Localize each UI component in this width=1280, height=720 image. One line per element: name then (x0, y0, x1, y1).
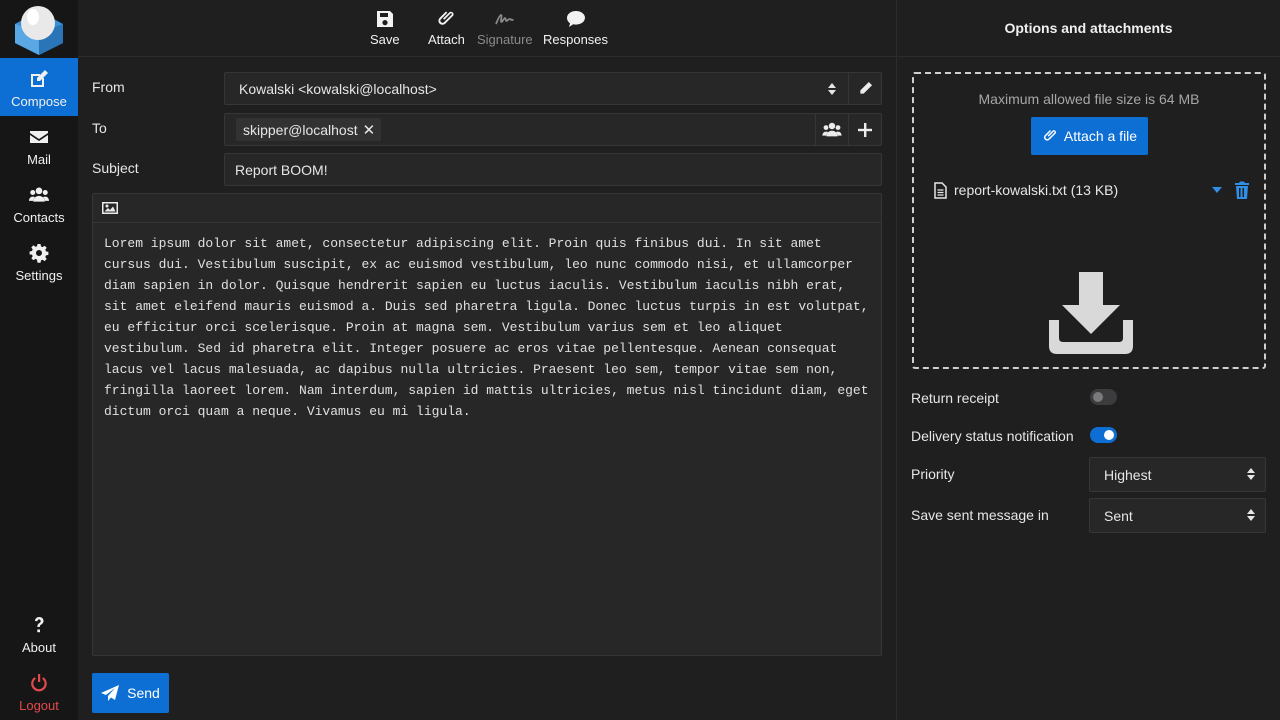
priority-value: Highest (1104, 466, 1152, 483)
plus-icon (858, 122, 872, 137)
compose-toolbar: Save Attach Signature Responses (78, 0, 896, 57)
nav-settings-label: Settings (15, 268, 63, 283)
options-panel: Options and attachments Maximum allowed … (896, 0, 1280, 720)
priority-select[interactable]: Highest (1089, 457, 1266, 492)
dsn-label: Delivery status notification (911, 428, 1074, 444)
editor-toolbar (93, 194, 881, 223)
nav-contacts[interactable]: Contacts (0, 174, 78, 232)
nav-mail-label: Mail (27, 152, 51, 167)
edit-identity-button[interactable] (848, 73, 881, 104)
nav-logout-label: Logout (19, 698, 59, 713)
nav-about[interactable]: About (0, 604, 78, 662)
attach-label: Attach (428, 32, 465, 47)
nav-settings[interactable]: Settings (0, 232, 78, 290)
priority-label: Priority (911, 466, 955, 482)
add-contact-button[interactable] (815, 114, 848, 145)
caret-down-icon[interactable] (1212, 187, 1222, 193)
message-editor[interactable]: Lorem ipsum dolor sit amet, consectetur … (92, 193, 882, 656)
subject-input[interactable]: Report BOOM! (224, 153, 882, 186)
attach-file-button[interactable]: Attach a file (1031, 117, 1148, 155)
send-label: Send (127, 685, 160, 701)
attachment-item[interactable]: report-kowalski.txt (13 KB) (934, 178, 1250, 202)
save-sent-value: Sent (1104, 507, 1133, 524)
file-icon (934, 181, 947, 199)
signature-button[interactable]: Signature (477, 9, 533, 53)
nav-mail[interactable]: Mail (0, 116, 78, 174)
question-icon (35, 617, 44, 633)
panel-title: Options and attachments (897, 0, 1280, 57)
from-value: Kowalski <kowalski@localhost> (239, 80, 437, 97)
attachment-name: report-kowalski.txt (13 KB) (954, 182, 1119, 198)
from-select[interactable]: Kowalski <kowalski@localhost> (224, 72, 882, 105)
contacts-icon (822, 122, 842, 136)
dsn-toggle[interactable] (1090, 427, 1117, 443)
add-header-button[interactable] (848, 114, 881, 145)
attach-file-label: Attach a file (1063, 128, 1138, 144)
compose-app: Compose Mail Contacts Settings About Log… (0, 0, 1280, 720)
save-label: Save (370, 32, 400, 47)
to-label: To (92, 120, 107, 136)
send-button[interactable]: Send (92, 673, 169, 713)
app-logo-icon (15, 6, 63, 55)
paperclip-icon (438, 11, 454, 25)
paper-plane-icon (101, 685, 120, 701)
nav-compose-label: Compose (11, 94, 67, 109)
from-label: From (92, 79, 125, 95)
speech-bubble-icon (566, 11, 585, 27)
max-size-hint: Maximum allowed file size is 64 MB (978, 91, 1200, 107)
power-icon (31, 674, 47, 692)
nav-about-label: About (22, 640, 56, 655)
download-icon (1049, 272, 1133, 354)
image-icon[interactable] (102, 201, 118, 215)
attachment-dropzone[interactable]: Maximum allowed file size is 64 MB Attac… (912, 72, 1266, 369)
nav-compose[interactable]: Compose (0, 58, 78, 116)
to-field[interactable]: skipper@localhost ✕ (224, 113, 882, 146)
responses-label: Responses (543, 32, 609, 47)
main-navigation: Compose Mail Contacts Settings About Log… (0, 0, 78, 720)
signature-icon (494, 14, 514, 25)
nav-logout[interactable]: Logout (0, 662, 78, 720)
nav-contacts-label: Contacts (13, 210, 65, 225)
envelope-icon (30, 131, 48, 143)
sort-arrows-icon (1247, 509, 1255, 521)
remove-recipient-icon[interactable]: ✕ (363, 121, 376, 139)
attach-button[interactable]: Attach (428, 9, 465, 53)
message-body[interactable]: Lorem ipsum dolor sit amet, consectetur … (93, 223, 881, 432)
contacts-icon (29, 187, 49, 202)
sort-arrows-icon (1247, 468, 1255, 480)
signature-label: Signature (477, 32, 533, 47)
save-button[interactable]: Save (370, 9, 400, 53)
recipient-address: skipper@localhost (243, 121, 358, 138)
return-receipt-toggle[interactable] (1090, 389, 1117, 405)
floppy-disk-icon (376, 11, 393, 27)
compose-icon (31, 70, 48, 87)
recipient-chip[interactable]: skipper@localhost ✕ (236, 118, 382, 141)
save-sent-select[interactable]: Sent (1089, 498, 1266, 533)
paperclip-icon (1043, 130, 1056, 141)
return-receipt-label: Return receipt (911, 390, 999, 406)
save-sent-label: Save sent message in (911, 507, 1049, 523)
gear-icon (29, 244, 49, 263)
responses-button[interactable]: Responses (543, 9, 608, 53)
subject-value: Report BOOM! (235, 161, 328, 178)
sort-arrows-icon (828, 82, 836, 95)
trash-icon[interactable] (1234, 181, 1250, 199)
subject-label: Subject (92, 160, 139, 176)
pencil-icon (859, 81, 872, 94)
